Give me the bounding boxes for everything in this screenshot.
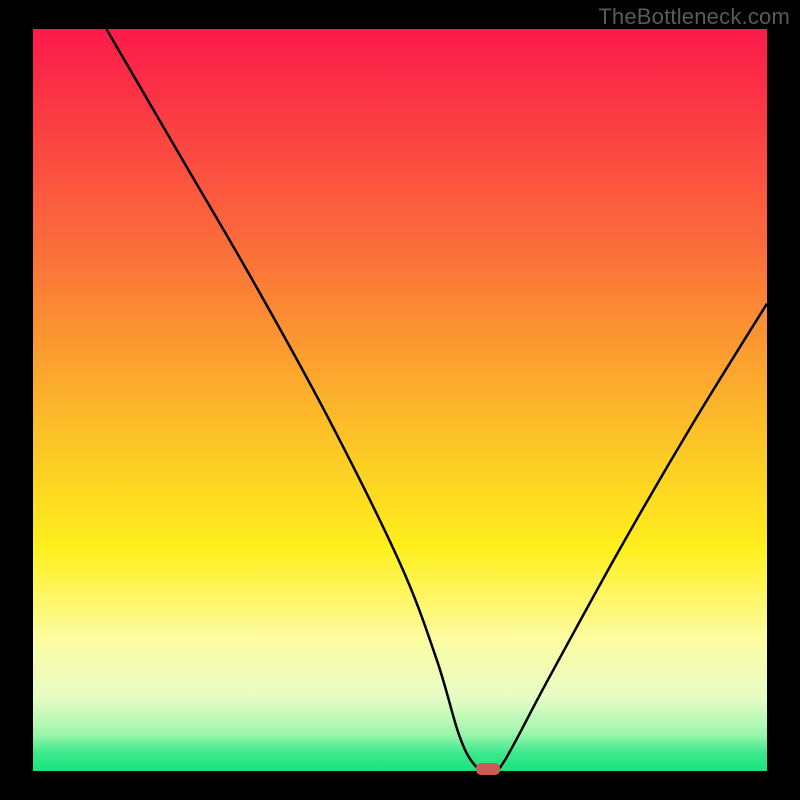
watermark-text: TheBottleneck.com [598, 4, 790, 30]
plot-background [33, 29, 767, 771]
bottleneck-chart [0, 0, 800, 800]
optimum-marker [476, 763, 500, 775]
chart-container: TheBottleneck.com [0, 0, 800, 800]
